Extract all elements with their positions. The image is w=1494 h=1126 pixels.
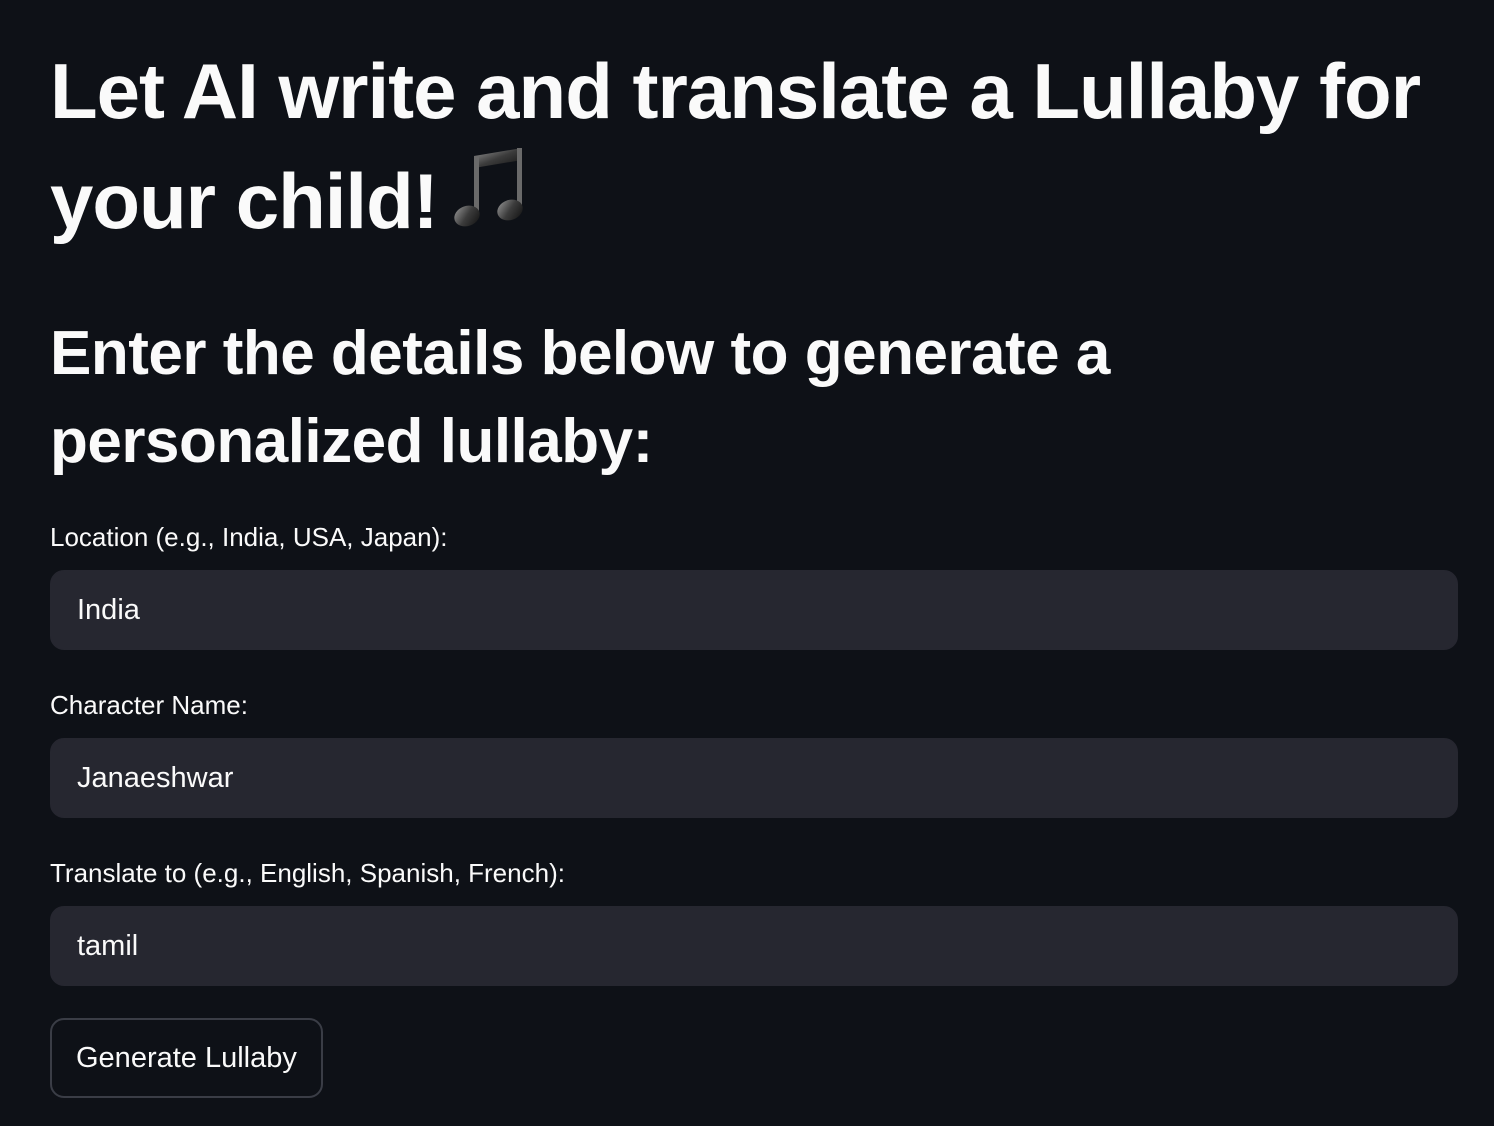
- translate-language-label: Translate to (e.g., English, Spanish, Fr…: [50, 858, 565, 888]
- page-title-text: Let AI write and translate a Lullaby for…: [50, 47, 1421, 245]
- character-name-label: Character Name:: [50, 690, 248, 720]
- location-label: Location (e.g., India, USA, Japan):: [50, 522, 448, 552]
- generate-lullaby-button[interactable]: Generate Lullaby: [50, 1018, 323, 1098]
- musical-notes-icon: [452, 144, 528, 258]
- app-main: Let AI write and translate a Lullaby for…: [0, 0, 1494, 1126]
- page-title: Let AI write and translate a Lullaby for…: [50, 38, 1450, 258]
- translate-language-input[interactable]: [50, 906, 1458, 986]
- character-name-input[interactable]: [50, 738, 1458, 818]
- location-input[interactable]: [50, 570, 1458, 650]
- section-heading: Enter the details below to generate a pe…: [50, 319, 1110, 476]
